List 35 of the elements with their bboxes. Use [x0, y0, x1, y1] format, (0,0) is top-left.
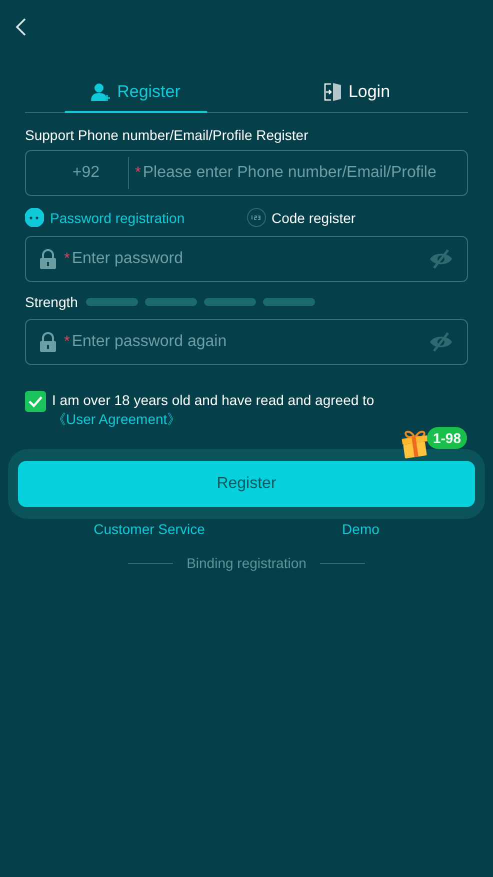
number-icon: [246, 208, 266, 227]
tab[interactable]: Register: [25, 72, 246, 112]
agreement-text: I am over 18 years old and have read and agreed to 《User Agreement》: [52, 391, 376, 429]
strength-label: Strength: [25, 294, 78, 310]
lock-icon: [40, 249, 56, 269]
promo-badge: 1-98: [426, 427, 467, 449]
user-agreement-link[interactable]: 《User Agreement》: [52, 411, 182, 427]
account-field[interactable]: +92 *Please enter Phone number/Email/Profile: [25, 150, 468, 196]
strength-segment: [86, 298, 138, 306]
user-add-icon: [91, 82, 112, 102]
register-button[interactable]: Register: [18, 461, 475, 507]
back-icon[interactable]: [15, 18, 27, 36]
agreement-checkbox[interactable]: [25, 391, 46, 412]
required-mark: *: [64, 250, 70, 267]
strength-segment: [262, 298, 315, 306]
required-mark: *: [64, 333, 70, 350]
mode-option[interactable]: Password registration: [25, 208, 246, 227]
footer-link[interactable]: Customer Service: [94, 521, 205, 537]
tab[interactable]: Login: [246, 72, 468, 112]
confirm-password-input[interactable]: Enter password again: [72, 333, 421, 351]
password-icon: [25, 208, 44, 227]
eye-off-icon[interactable]: [429, 249, 453, 269]
mode-option[interactable]: Code register: [246, 208, 468, 227]
country-code[interactable]: +92: [56, 164, 116, 182]
strength-segment: [144, 298, 197, 306]
lock-icon: [40, 332, 56, 352]
field-label: Support Phone number/Email/Profile Register: [25, 127, 310, 143]
footer-link[interactable]: Demo: [342, 521, 380, 537]
required-mark: *: [135, 164, 141, 181]
account-input[interactable]: Please enter Phone number/Email/Profile: [142, 164, 453, 182]
strength-segment: [204, 298, 256, 306]
password-input[interactable]: Enter password: [72, 250, 421, 268]
door-icon: [324, 82, 342, 102]
binding-registration-text: Binding registration: [186, 555, 306, 571]
eye-off-icon[interactable]: [429, 332, 453, 352]
